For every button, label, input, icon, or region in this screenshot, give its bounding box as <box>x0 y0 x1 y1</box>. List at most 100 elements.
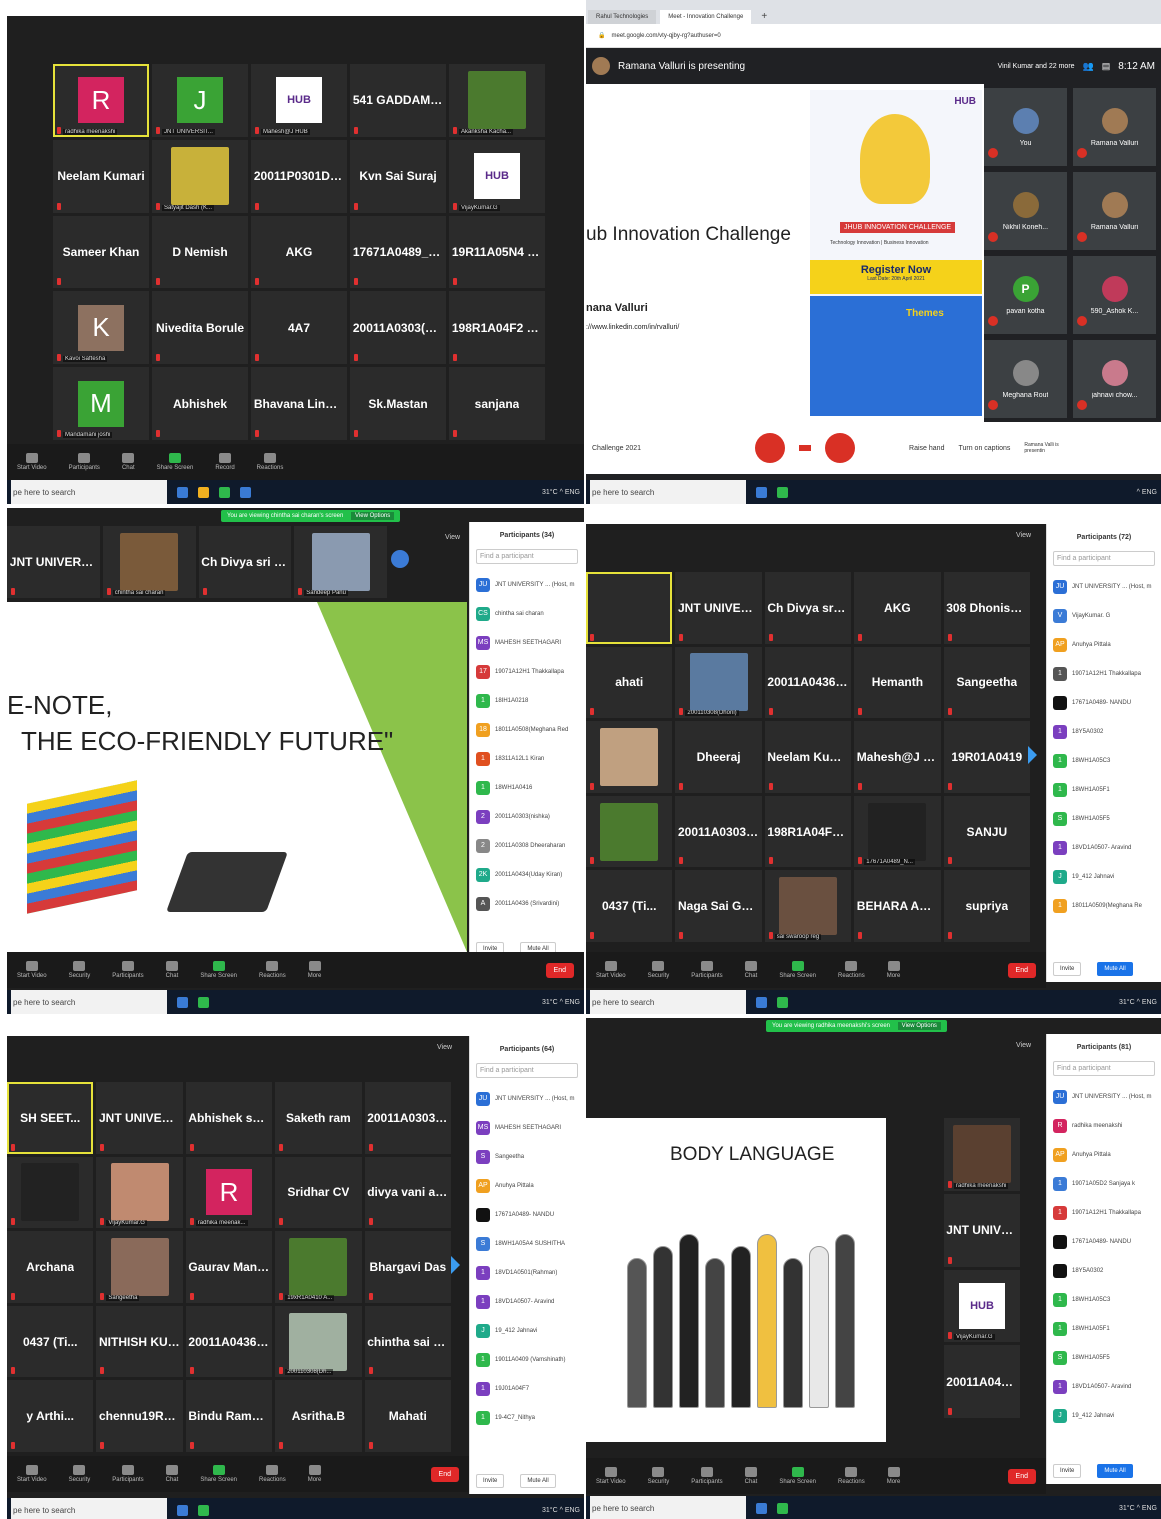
video-tile[interactable]: chintha sai charan <box>102 526 196 598</box>
browser-icon[interactable] <box>177 1504 188 1516</box>
chrome-icon[interactable] <box>777 486 788 498</box>
video-tile[interactable] <box>586 721 673 793</box>
toolbar-button[interactable]: Start Video <box>17 1465 47 1483</box>
toolbar-button[interactable]: Chat <box>122 453 135 471</box>
video-tile[interactable]: SH SEET... <box>7 1082 94 1154</box>
chrome-icon[interactable] <box>219 486 230 498</box>
video-tile[interactable]: 17671A0489_N... <box>854 795 941 868</box>
video-tile[interactable]: y Arthi... <box>7 1380 94 1452</box>
video-tile[interactable]: Neelam Kumari <box>53 139 149 213</box>
toolbar-button[interactable]: Participants <box>691 1467 723 1485</box>
chrome-icon[interactable] <box>198 1504 209 1516</box>
participant-row[interactable]: 17671A0489- NANDU <box>1053 1227 1155 1256</box>
video-tile[interactable]: K Kavoi Saftesha <box>53 291 149 365</box>
video-tile[interactable]: 19R11A05N4 S... <box>449 215 545 289</box>
video-tile[interactable]: 20011A0436 (Sr... <box>944 1345 1020 1418</box>
view-options-button[interactable]: View Options <box>351 512 395 520</box>
video-tile[interactable]: divya vani abburi <box>364 1156 451 1229</box>
view-options-button[interactable]: View Options <box>897 1022 941 1030</box>
video-tile[interactable]: Abhishek <box>152 367 248 440</box>
video-tile[interactable]: 20011P0301DIV... <box>251 139 347 213</box>
toolbar-button[interactable]: Chat <box>745 961 757 979</box>
participant-row[interactable]: 1 19-4C7_Nithya <box>476 1403 578 1432</box>
browser-tab-active[interactable]: Meet - Innovation Challenge <box>660 10 752 24</box>
video-tile[interactable]: 17671A0489_N... <box>350 215 446 289</box>
toolbar-button[interactable]: Security <box>648 1467 669 1485</box>
video-tile[interactable]: HUB Mahesh@J HUB <box>251 64 347 137</box>
toolbar-button[interactable]: Participants <box>112 1465 144 1483</box>
participant-row[interactable]: 1 19J01A04F7 <box>476 1374 578 1403</box>
participant-row[interactable]: 1 18WH1A0416 <box>476 773 578 802</box>
meet-participant-tile[interactable]: Ramana Valluri <box>1073 88 1156 166</box>
next-page-arrow[interactable] <box>451 1256 460 1274</box>
toolbar-button[interactable]: Share Screen <box>200 961 237 979</box>
video-tile[interactable]: Saketh ram <box>275 1082 362 1154</box>
participant-row[interactable]: AP Anuhya Pittala <box>476 1171 578 1200</box>
video-tile[interactable]: Bindu Ramya 1... <box>185 1380 273 1452</box>
toolbar-button[interactable]: Security <box>648 961 669 979</box>
participant-row[interactable]: 1 18WH1A05F1 <box>1053 775 1155 804</box>
video-tile[interactable]: Naga Sai Garika... <box>675 870 762 942</box>
toolbar-button[interactable]: Start Video <box>17 961 47 979</box>
view-button[interactable]: View <box>1016 1042 1031 1049</box>
taskbar-search[interactable]: pe here to search <box>590 990 746 1014</box>
toolbar-button[interactable]: Start Video <box>596 1467 626 1485</box>
chrome-icon[interactable] <box>777 1502 788 1514</box>
participant-row[interactable]: S 18WH1A05F5 <box>1053 804 1155 833</box>
video-tile[interactable]: 20011A0303(ni... <box>675 795 762 868</box>
toolbar-button[interactable]: More <box>308 961 321 979</box>
end-button[interactable]: End <box>1007 962 1036 978</box>
toolbar-button[interactable]: Reactions <box>259 961 286 979</box>
participant-row[interactable]: 1 19071A12H1 Thakkallapa <box>1053 659 1155 688</box>
browser-icon[interactable] <box>177 996 188 1008</box>
video-tile[interactable]: ahati <box>586 646 673 719</box>
next-page-button[interactable] <box>391 550 409 568</box>
toolbar-button[interactable]: More <box>887 1467 900 1485</box>
participant-row[interactable]: 1 18WH1A05C3 <box>1053 1285 1155 1314</box>
participant-row[interactable]: 1 19071A12H1 Thakkallapa <box>1053 1198 1155 1227</box>
browser-icon[interactable] <box>756 1502 767 1514</box>
video-tile[interactable]: 541 GADDAM P... <box>350 64 446 137</box>
video-tile[interactable]: Ch Divya sri (18... <box>198 526 292 598</box>
video-tile[interactable]: Archana <box>7 1231 94 1303</box>
mute-all-button[interactable]: Mute All <box>1097 1464 1133 1478</box>
video-tile[interactable]: Bhargavi Das <box>364 1231 451 1303</box>
camera-off-button[interactable] <box>825 433 856 463</box>
meet-participant-tile[interactable]: Meghana Rout <box>984 340 1067 418</box>
video-tile[interactable]: Gaurav Mandal... <box>185 1231 273 1303</box>
video-tile[interactable]: Dheeraj <box>675 721 762 793</box>
video-tile[interactable]: BEHARA AMULYA <box>854 870 941 942</box>
video-tile[interactable]: Sandeep Panu <box>294 526 387 598</box>
chrome-icon[interactable] <box>777 996 788 1008</box>
participant-row[interactable]: 1 18WH1A05C3 <box>1053 746 1155 775</box>
participant-row[interactable]: JU JNT UNIVERSITY ... (Host, m <box>1053 1082 1155 1111</box>
participant-row[interactable]: J 19_412 Jahnavi <box>1053 1401 1155 1430</box>
participant-row[interactable]: 17 19071A12H1 Thakkallapa <box>476 657 578 686</box>
toolbar-button[interactable]: Start Video <box>596 961 626 979</box>
folder-icon[interactable] <box>198 486 209 498</box>
toolbar-button[interactable]: Chat <box>745 1467 757 1485</box>
taskbar-search[interactable]: pe here to search <box>590 480 746 504</box>
participant-row[interactable]: 2 20011A0308 Dheeraharan <box>476 831 578 860</box>
video-tile[interactable]: Nivedita Borule <box>152 291 248 365</box>
video-tile[interactable]: 20011A0436 (Sr... <box>764 646 852 719</box>
video-tile[interactable]: Kvn Sai Suraj <box>350 139 446 213</box>
video-tile[interactable]: 308 Dhonishara... <box>943 572 1030 644</box>
address-bar[interactable]: 🔒 meet.google.com/vty-qjby-rg?authuser=0 <box>586 24 1161 48</box>
toolbar-button[interactable]: More <box>887 961 900 979</box>
toolbar-button[interactable]: Chat <box>166 961 178 979</box>
participant-row[interactable]: 1 19071A05D2 Sanjaya k <box>1053 1169 1155 1198</box>
taskbar-search[interactable]: pe here to search <box>11 990 167 1014</box>
video-tile[interactable]: sai swaroop reg <box>764 870 852 942</box>
toolbar-button[interactable]: Share Screen <box>779 961 816 979</box>
video-tile[interactable]: 19R01A0419 <box>943 721 1030 793</box>
video-tile[interactable]: D Nemish <box>152 215 248 289</box>
participant-row[interactable]: MS MAHESH SEETHAGARI <box>476 1113 578 1142</box>
browser-icon[interactable] <box>177 486 188 498</box>
participant-row[interactable]: 18 18011A0508(Meghana Red <box>476 715 578 744</box>
video-tile[interactable]: Satyajit Dash (K... <box>152 139 248 213</box>
meet-participant-tile[interactable]: 590_Ashok K... <box>1073 256 1156 334</box>
video-tile[interactable]: Hemanth <box>854 646 941 719</box>
end-button[interactable]: End <box>430 1466 459 1482</box>
video-tile[interactable]: SANJU <box>943 795 1030 868</box>
